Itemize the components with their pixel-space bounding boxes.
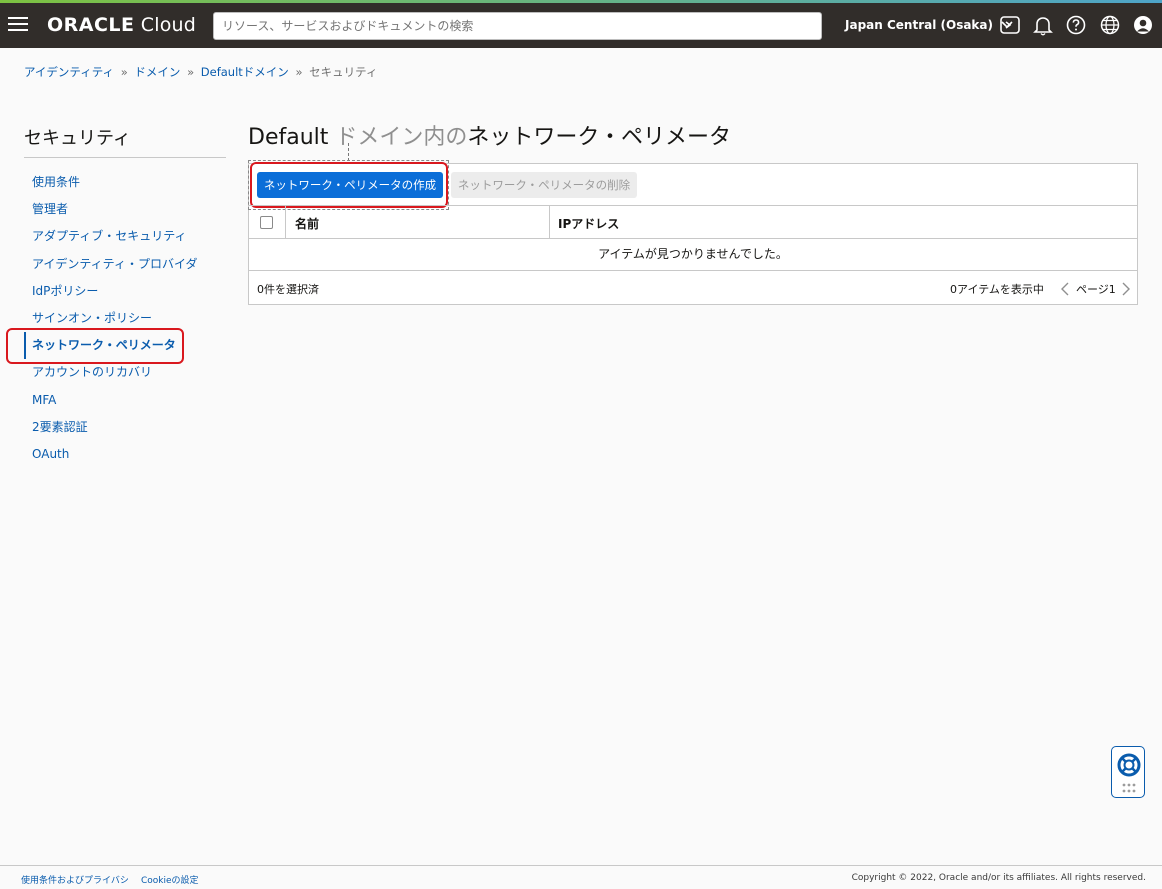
breadcrumb-item-domains[interactable]: ドメイン	[134, 65, 180, 79]
notifications-bell-icon[interactable]	[1032, 14, 1054, 36]
page-title-suffix: ネットワーク・ペリメータ	[467, 125, 731, 150]
column-divider	[285, 206, 286, 239]
region-selector[interactable]: Japan Central (Osaka)	[845, 18, 1013, 32]
search-input[interactable]	[213, 12, 822, 40]
sidebar-item-adaptive-security[interactable]: アダプティブ・セキュリティ	[24, 223, 226, 250]
oracle-cloud-logo[interactable]: ORACLE Cloud	[47, 14, 196, 36]
breadcrumb-item-default-domain[interactable]: Defaultドメイン	[201, 65, 289, 79]
drag-handle-icon[interactable]	[1121, 782, 1137, 794]
sidebar-nav: 使用条件 管理者 アダプティブ・セキュリティ アイデンティティ・プロバイダ Id…	[24, 169, 226, 468]
focus-connector-line	[348, 143, 349, 161]
footer-link-terms-privacy[interactable]: 使用条件およびプライバシ	[21, 873, 129, 886]
sidebar-title: セキュリティ	[24, 128, 131, 149]
copyright-text: Copyright © 2022, Oracle and/or its affi…	[851, 873, 1146, 883]
empty-table-message: アイテムが見つかりませんでした。	[249, 239, 1137, 271]
help-center-button[interactable]	[1111, 746, 1145, 798]
chevron-right-icon[interactable]	[1120, 281, 1132, 297]
top-header: ORACLE Cloud Japan Central (Osaka)	[0, 3, 1162, 48]
breadcrumb: アイデンティティ » ドメイン » Defaultドメイン » セキュリティ	[24, 64, 377, 80]
sidebar-item-two-factor-auth[interactable]: 2要素認証	[24, 414, 226, 441]
sidebar-item-mfa[interactable]: MFA	[24, 387, 226, 414]
column-header-ip-address[interactable]: IPアドレス	[558, 215, 619, 232]
breadcrumb-item-identity[interactable]: アイデンティティ	[24, 65, 114, 79]
breadcrumb-current: セキュリティ	[309, 65, 378, 79]
cloud-shell-icon[interactable]	[999, 14, 1021, 36]
logo-brand: ORACLE	[47, 14, 135, 36]
breadcrumb-separator: »	[187, 65, 195, 79]
item-count: 0アイテムを表示中	[950, 283, 1044, 296]
table-header: 名前 IPアドレス	[249, 205, 1137, 239]
column-header-name[interactable]: 名前	[295, 215, 319, 232]
column-divider	[549, 206, 550, 239]
help-icon[interactable]	[1065, 14, 1087, 36]
chevron-left-icon[interactable]	[1059, 281, 1071, 297]
language-globe-icon[interactable]	[1099, 14, 1121, 36]
page-footer: 使用条件およびプライバシ Cookieの設定 Copyright © 2022,…	[0, 865, 1162, 889]
sidebar-item-oauth[interactable]: OAuth	[24, 441, 226, 468]
sidebar-item-administrators[interactable]: 管理者	[24, 196, 226, 223]
logo-product: Cloud	[140, 14, 197, 36]
sidebar-item-identity-providers[interactable]: アイデンティティ・プロバイダ	[24, 251, 226, 278]
page-title-domain: Default	[248, 125, 329, 150]
select-all-checkbox[interactable]	[260, 216, 273, 229]
hamburger-menu-icon[interactable]	[8, 17, 28, 33]
sidebar-item-terms-of-use[interactable]: 使用条件	[24, 169, 226, 196]
breadcrumb-separator: »	[120, 65, 128, 79]
highlight-box-sidebar	[6, 328, 184, 364]
user-profile-icon[interactable]	[1132, 14, 1154, 36]
sidebar-divider	[24, 157, 226, 158]
footer-link-cookie-settings[interactable]: Cookieの設定	[141, 873, 199, 886]
sidebar-item-idp-policies[interactable]: IdPポリシー	[24, 278, 226, 305]
page-title: Default ドメイン内のネットワーク・ペリメータ	[248, 119, 731, 151]
lifebuoy-icon	[1117, 753, 1141, 777]
highlight-box-create-button	[250, 162, 448, 208]
region-label: Japan Central (Osaka)	[845, 18, 993, 32]
breadcrumb-separator: »	[295, 65, 303, 79]
delete-network-perimeter-button[interactable]: ネットワーク・ペリメータの削除	[451, 172, 637, 198]
page-indicator: ページ1	[1076, 283, 1116, 296]
page-title-middle: ドメイン内の	[335, 125, 468, 150]
selected-count: 0件を選択済	[257, 283, 319, 296]
